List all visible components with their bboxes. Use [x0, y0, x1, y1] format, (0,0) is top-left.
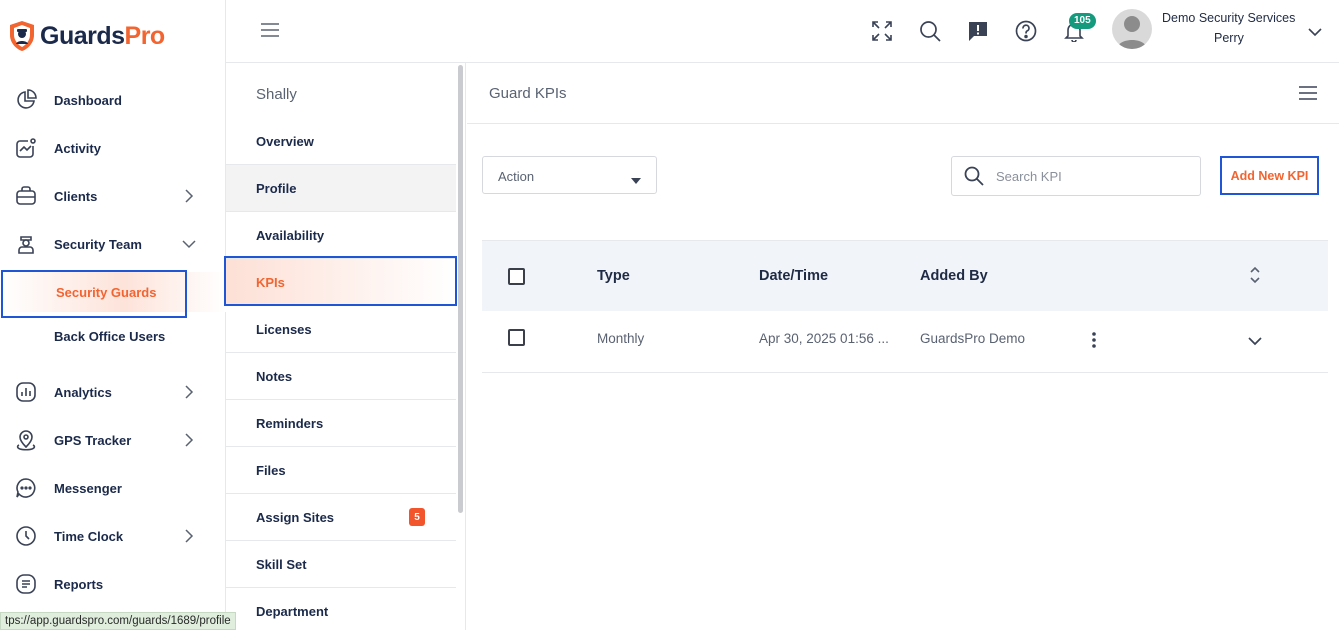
- guard-name: Shally: [256, 86, 297, 103]
- guard-icon: [14, 232, 38, 256]
- help-icon[interactable]: [1013, 18, 1039, 44]
- sidebar-item-security-team[interactable]: Security Team: [0, 224, 226, 264]
- chevron-down-icon[interactable]: [1248, 333, 1262, 347]
- profile-menu-scrollbar[interactable]: [458, 65, 463, 513]
- bar-chart-icon: [14, 380, 38, 404]
- activity-icon: [14, 136, 38, 160]
- row-checkbox[interactable]: [508, 329, 525, 346]
- sidebar-item-dashboard[interactable]: Dashboard: [0, 80, 226, 120]
- topbar: 105 Demo Security Services Perry: [226, 0, 1339, 63]
- notification-count-badge: 105: [1069, 13, 1096, 29]
- search-icon: [964, 166, 984, 191]
- search-icon[interactable]: [917, 18, 943, 44]
- sidebar-item-messenger[interactable]: Messenger: [0, 468, 226, 508]
- table-row[interactable]: Monthly Apr 30, 2025 01:56 ... GuardsPro…: [482, 311, 1328, 373]
- assign-sites-count-badge: 5: [409, 508, 425, 526]
- chevron-right-icon: [182, 385, 196, 399]
- row-more-options-icon[interactable]: [1089, 331, 1099, 349]
- column-header-datetime[interactable]: Date/Time: [759, 268, 828, 284]
- page-title: Guard KPIs: [489, 85, 567, 102]
- sidebar-item-time-clock[interactable]: Time Clock: [0, 516, 226, 556]
- location-pin-icon: [14, 428, 38, 452]
- profile-menu-profile[interactable]: Profile: [226, 165, 456, 212]
- guard-profile-menu: Shally Overview Profile Availability KPI…: [224, 63, 466, 630]
- sidebar-item-back-office-users[interactable]: Back Office Users: [0, 316, 226, 356]
- profile-menu-files[interactable]: Files: [226, 447, 456, 494]
- briefcase-icon: [14, 184, 38, 208]
- feedback-icon[interactable]: [965, 18, 991, 44]
- browser-status-url: tps://app.guardspro.com/guards/1689/prof…: [0, 612, 236, 630]
- chevron-down-icon: [182, 237, 196, 251]
- list-menu-icon[interactable]: [1299, 86, 1317, 100]
- add-new-kpi-button[interactable]: Add New KPI: [1220, 156, 1319, 195]
- chevron-right-icon: [182, 189, 196, 203]
- search-kpi-box: [951, 156, 1201, 196]
- sidebar-item-security-guards[interactable]: Security Guards: [0, 272, 226, 312]
- sidebar-item-reports[interactable]: Reports: [0, 564, 226, 604]
- chevron-right-icon: [182, 433, 196, 447]
- profile-menu-kpis[interactable]: KPIs: [226, 259, 456, 306]
- app-root: GuardsPro Dashboard Activity Clients Sec…: [0, 0, 1339, 630]
- shield-logo-icon: [10, 21, 34, 51]
- profile-menu-licenses[interactable]: Licenses: [226, 306, 456, 353]
- clock-icon: [14, 524, 38, 548]
- chat-icon: [14, 476, 38, 500]
- chevron-right-icon: [182, 529, 196, 543]
- profile-menu-availability[interactable]: Availability: [226, 212, 456, 259]
- cell-datetime: Apr 30, 2025 01:56 ...: [759, 331, 889, 346]
- user-location-name: Perry: [1214, 31, 1244, 45]
- column-header-type[interactable]: Type: [597, 268, 630, 284]
- profile-menu-skill-set[interactable]: Skill Set: [226, 541, 456, 588]
- profile-menu-overview[interactable]: Overview: [226, 118, 456, 165]
- profile-menu-department[interactable]: Department: [226, 588, 456, 630]
- sidebar-item-gps-tracker[interactable]: GPS Tracker: [0, 420, 226, 460]
- profile-menu-assign-sites[interactable]: Assign Sites 5: [226, 494, 456, 541]
- select-all-checkbox[interactable]: [508, 268, 525, 285]
- sidebar-item-activity[interactable]: Activity: [0, 128, 226, 168]
- hamburger-menu-icon[interactable]: [260, 22, 280, 40]
- caret-down-icon: [631, 171, 641, 189]
- sidebar-item-clients[interactable]: Clients: [0, 176, 226, 216]
- cell-added-by: GuardsPro Demo: [920, 331, 1026, 346]
- column-header-added-by[interactable]: Added By: [920, 268, 988, 284]
- main-header: Guard KPIs: [467, 63, 1339, 124]
- search-kpi-input[interactable]: [996, 166, 1191, 186]
- kpi-table: Type Date/Time Added By Monthly Apr 30, …: [482, 240, 1328, 373]
- sidebar-item-analytics[interactable]: Analytics: [0, 372, 226, 412]
- pie-chart-icon: [14, 88, 38, 112]
- user-account-name[interactable]: Demo Security Services: [1162, 11, 1295, 25]
- profile-menu-reminders[interactable]: Reminders: [226, 400, 456, 447]
- table-header: Type Date/Time Added By: [482, 240, 1328, 311]
- fullscreen-icon[interactable]: [869, 18, 895, 44]
- sidebar: GuardsPro Dashboard Activity Clients Sec…: [0, 0, 226, 630]
- logo-wordmark: GuardsPro: [40, 21, 165, 50]
- report-icon: [14, 572, 38, 596]
- avatar[interactable]: [1112, 9, 1152, 49]
- expand-collapse-all-icon[interactable]: [1248, 266, 1262, 284]
- main-content: Guard KPIs Action Add New KPI Type Date/…: [467, 63, 1339, 630]
- action-dropdown[interactable]: Action: [482, 156, 657, 194]
- chevron-down-icon[interactable]: [1308, 24, 1322, 38]
- cell-type: Monthly: [597, 331, 645, 346]
- guardspro-logo[interactable]: GuardsPro: [8, 20, 165, 52]
- profile-menu-notes[interactable]: Notes: [226, 353, 456, 400]
